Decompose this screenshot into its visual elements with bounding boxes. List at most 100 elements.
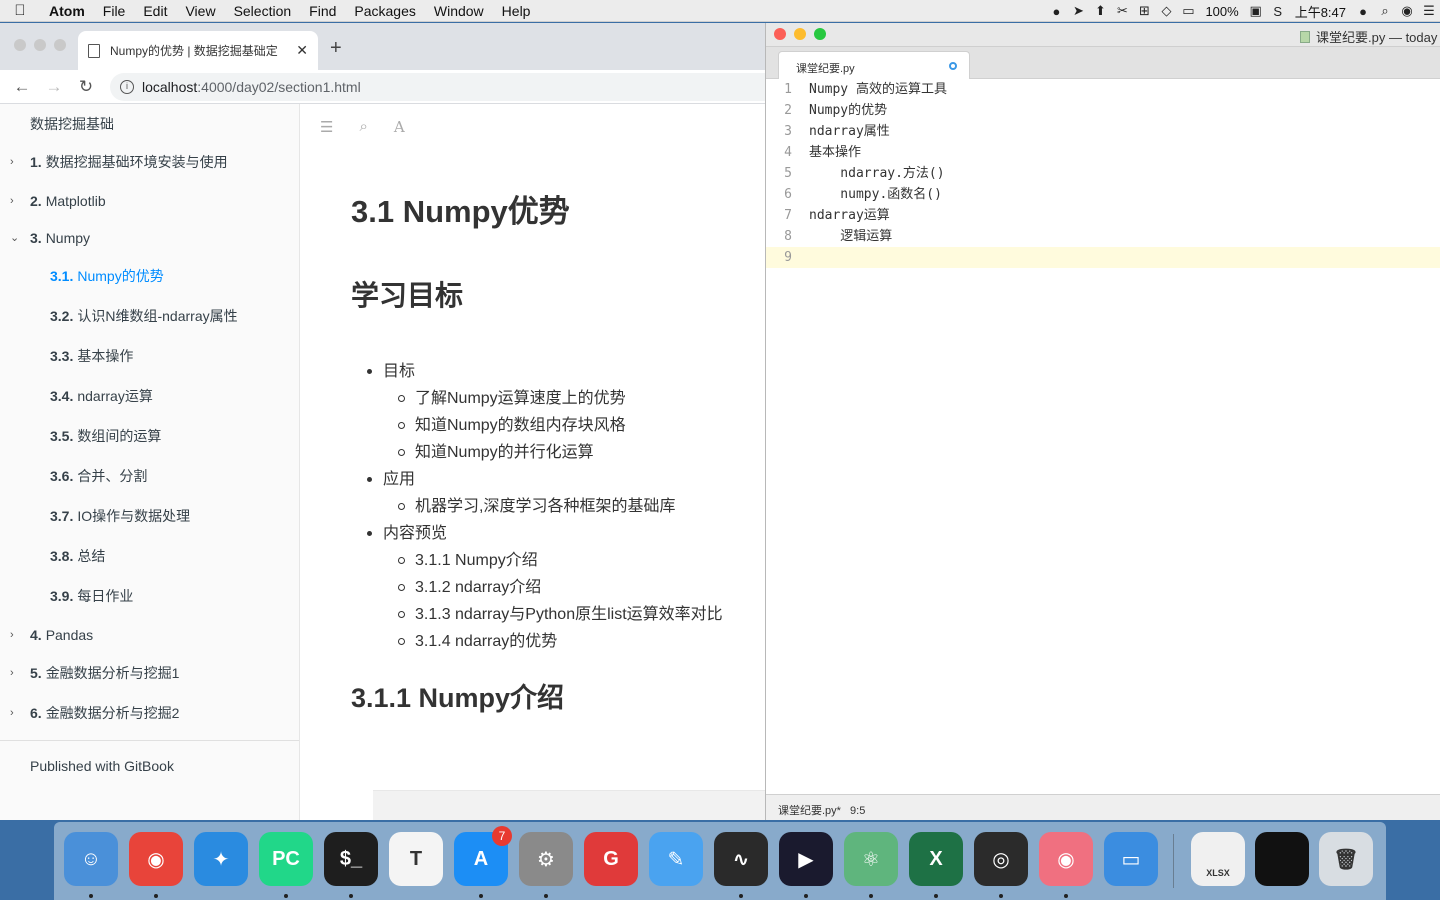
apple-menu-icon[interactable]:  [0, 2, 40, 19]
dock-activity-monitor-icon[interactable]: ∿ [714, 832, 768, 886]
sidebar-item-6[interactable]: › 6. 金融数据分析与挖掘2 [0, 701, 299, 725]
search-icon[interactable]: ⌕ [359, 118, 367, 136]
dock-pycharm-icon[interactable]: PC [259, 832, 313, 886]
sidebar-item-3[interactable]: ⌄ 3. Numpy [0, 226, 299, 250]
user-icon[interactable]: ● [1352, 0, 1374, 22]
address-bar[interactable]: i localhost:4000/day02/section1.html [110, 72, 765, 101]
browser-minimize-button[interactable] [34, 39, 46, 51]
code-line[interactable]: 7 ndarray运算 [766, 205, 1440, 226]
toggle-sidebar-icon[interactable]: ☰ [320, 118, 333, 136]
sidebar-item-4[interactable]: › 4. Pandas [0, 623, 299, 647]
dock-obs-icon[interactable]: ◎ [974, 832, 1028, 886]
sidebar-item-3-4[interactable]: 3.4. ndarray运算 [0, 384, 299, 408]
horizontal-scrollbar[interactable] [373, 790, 765, 820]
chevron-right-icon[interactable]: › [10, 189, 14, 213]
menu-packages[interactable]: Packages [345, 0, 424, 22]
browser-zoom-button[interactable] [54, 39, 66, 51]
chevron-right-icon[interactable]: › [10, 623, 14, 647]
sidebar-item-3-6[interactable]: 3.6. 合并、分割 [0, 464, 299, 488]
spotlight-search-icon[interactable]: ⌕ [1374, 0, 1396, 22]
sogou-icon[interactable]: S [1267, 0, 1289, 22]
forward-icon[interactable]: → [38, 77, 70, 97]
modified-indicator-icon[interactable] [949, 62, 957, 70]
dock-xlsx-document-icon[interactable]: XLSX [1191, 832, 1245, 886]
dock-finder-icon[interactable]: ☺ [64, 832, 118, 886]
back-icon[interactable]: ← [6, 77, 38, 97]
sidebar-item-2[interactable]: › 2. Matplotlib [0, 189, 299, 213]
dock-atom-icon[interactable]: ⚛ [844, 832, 898, 886]
dock-trash-icon[interactable]: 🗑 [1319, 832, 1373, 886]
notification-center-icon[interactable]: ☰ [1418, 0, 1440, 22]
sidebar-item-3-3[interactable]: 3.3. 基本操作 [0, 344, 299, 368]
status-file-name[interactable]: 课堂纪要.py* [778, 805, 841, 817]
dock-terminal-window-icon[interactable] [1255, 832, 1309, 886]
browser-tab[interactable]: Numpy的优势 | 数据挖掘基础定 ✕ [78, 31, 318, 70]
sidebar-item-3-5[interactable]: 3.5. 数组间的运算 [0, 424, 299, 448]
sidebar-item-5[interactable]: › 5. 金融数据分析与挖掘1 [0, 661, 299, 685]
code-line-current[interactable]: 9 [766, 247, 1440, 268]
dock-excel-icon[interactable]: X [909, 832, 963, 886]
sidebar-item-3-2[interactable]: 3.2. 认识N维数组-ndarray属性 [0, 304, 299, 328]
atom-window-title-text: 课堂纪要.py — today [1316, 30, 1438, 45]
battery-icon[interactable]: ▣ [1245, 0, 1267, 22]
dock-viewer-icon[interactable]: ◉ [1039, 832, 1093, 886]
dock-chrome-icon[interactable]: ◉ [129, 832, 183, 886]
font-settings-icon[interactable]: A [394, 118, 405, 136]
dock-media-player-icon[interactable]: ▶ [779, 832, 833, 886]
sidebar-item-3-8[interactable]: 3.8. 总结 [0, 544, 299, 568]
dock-safari-icon[interactable]: ✦ [194, 832, 248, 886]
chevron-down-icon[interactable]: ⌄ [10, 226, 19, 250]
chevron-right-icon[interactable]: › [10, 150, 14, 174]
dock-notes-icon[interactable]: ✎ [649, 832, 703, 886]
menu-window[interactable]: Window [425, 0, 493, 22]
reload-icon[interactable]: ↻ [70, 77, 102, 97]
published-with-gitbook-link[interactable]: Published with GitBook [30, 758, 174, 774]
menu-atom[interactable]: Atom [40, 0, 94, 22]
book-title[interactable]: 数据挖掘基础 [30, 114, 114, 134]
chevron-right-icon[interactable]: › [10, 701, 14, 725]
code-line[interactable]: 4 基本操作 [766, 142, 1440, 163]
code-line[interactable]: 8 逻辑运算 [766, 226, 1440, 247]
wechat-icon[interactable]: ● [1045, 0, 1067, 22]
airplay-icon[interactable]: ▭ [1177, 0, 1199, 22]
input-method-icon[interactable]: ⊞ [1133, 0, 1155, 22]
code-line[interactable]: 6 numpy.函数名() [766, 184, 1440, 205]
upload-icon[interactable]: ⬆ [1089, 0, 1111, 22]
atom-minimize-button[interactable] [794, 28, 806, 40]
editor-tab[interactable]: 课堂纪要.py [778, 51, 970, 79]
dock-system-preferences-icon[interactable]: ⚙ [519, 832, 573, 886]
code-line[interactable]: 1 Numpy 高效的运算工具 [766, 79, 1440, 100]
scissors-icon[interactable]: ✂ [1111, 0, 1133, 22]
sidebar-item-3-7[interactable]: 3.7. IO操作与数据处理 [0, 504, 299, 528]
code-line[interactable]: 3 ndarray属性 [766, 121, 1440, 142]
dock-app-store-icon[interactable]: A7 [454, 826, 512, 886]
close-tab-icon[interactable]: ✕ [296, 42, 308, 59]
menu-selection[interactable]: Selection [225, 0, 301, 22]
siri-icon[interactable]: ◉ [1396, 0, 1418, 22]
browser-close-button[interactable] [14, 39, 26, 51]
send-icon[interactable]: ➤ [1067, 0, 1089, 22]
chevron-right-icon[interactable]: › [10, 661, 14, 685]
code-line[interactable]: 5 ndarray.方法() [766, 163, 1440, 184]
atom-close-button[interactable] [774, 28, 786, 40]
site-info-icon[interactable]: i [120, 79, 134, 94]
menu-help[interactable]: Help [493, 0, 540, 22]
atom-zoom-button[interactable] [814, 28, 826, 40]
sidebar-item-3-9[interactable]: 3.9. 每日作业 [0, 584, 299, 608]
code-line[interactable]: 2 Numpy的优势 [766, 100, 1440, 121]
new-tab-icon[interactable]: + [330, 37, 342, 60]
menu-file[interactable]: File [94, 0, 135, 22]
dock-git-client-icon[interactable]: G [584, 832, 638, 886]
sidebar-item-1[interactable]: › 1. 数据挖掘基础环境安装与使用 [0, 150, 299, 174]
status-cursor-position[interactable]: 9:5 [850, 805, 865, 817]
wifi-icon[interactable]: ◇ [1155, 0, 1177, 22]
sidebar-item-3-1[interactable]: 3.1. Numpy的优势 [0, 264, 299, 288]
menu-edit[interactable]: Edit [134, 0, 176, 22]
dock-keynote-icon[interactable]: ▭ [1104, 832, 1158, 886]
menu-view[interactable]: View [176, 0, 224, 22]
dock-typora-icon[interactable]: T [389, 832, 443, 886]
code-editor[interactable]: 1 Numpy 高效的运算工具 2 Numpy的优势 3 ndarray属性 4 基本操… [766, 79, 1440, 268]
menu-find[interactable]: Find [300, 0, 345, 22]
dock-terminal-icon[interactable]: $_ [324, 832, 378, 886]
clock[interactable]: 上午8:47 [1289, 2, 1352, 21]
